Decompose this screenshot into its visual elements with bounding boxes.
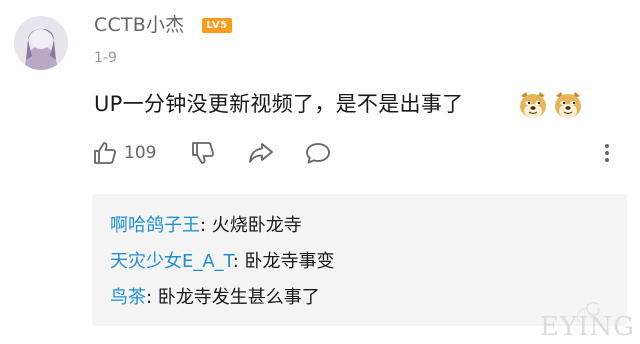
- reply-separator: :: [232, 251, 245, 272]
- watermark-text: EYING: [540, 312, 635, 342]
- like-button[interactable]: 109: [92, 140, 156, 166]
- reply-separator: :: [200, 215, 212, 236]
- avatar-image: [14, 16, 68, 70]
- more-options-button[interactable]: [600, 140, 614, 166]
- reply-text: 火烧卧龙寺: [211, 215, 302, 236]
- comment-action-bar: 109: [0, 140, 640, 174]
- thumbs-up-icon: [94, 142, 117, 164]
- reply-item[interactable]: 天灾少女E_A_T: 卧龙寺事变: [110, 244, 627, 280]
- reply-username[interactable]: 啊哈鸽子王: [110, 215, 200, 236]
- reply-username[interactable]: 鸟茶: [110, 287, 146, 308]
- dislike-button[interactable]: [190, 140, 216, 166]
- comment-username[interactable]: CCTB小杰: [94, 12, 184, 38]
- doge-emote: [555, 92, 581, 118]
- reply-item[interactable]: 啊哈鸽子王: 火烧卧龙寺: [110, 208, 627, 244]
- comment-date: 1-9: [94, 50, 117, 66]
- reply-text: 卧龙寺事变: [244, 251, 335, 272]
- level-badge: LV5: [202, 18, 232, 33]
- reply-separator: :: [146, 287, 158, 308]
- reply-text: 卧龙寺发生甚么事了: [157, 287, 320, 308]
- user-avatar[interactable]: [14, 16, 68, 70]
- like-count: 109: [124, 143, 157, 163]
- share-button[interactable]: [247, 140, 275, 166]
- thumbs-down-icon: [192, 142, 215, 164]
- comment-text: UP一分钟没更新视频了，是不是出事了: [94, 92, 464, 116]
- watermark-logo: EYING: [538, 298, 638, 342]
- reply-button[interactable]: [304, 140, 332, 166]
- comment-icon: [306, 143, 330, 164]
- reply-username[interactable]: 天灾少女E_A_T: [110, 251, 233, 272]
- more-vertical-icon: [605, 144, 609, 162]
- doge-emote: [520, 92, 546, 118]
- share-icon: [249, 143, 273, 163]
